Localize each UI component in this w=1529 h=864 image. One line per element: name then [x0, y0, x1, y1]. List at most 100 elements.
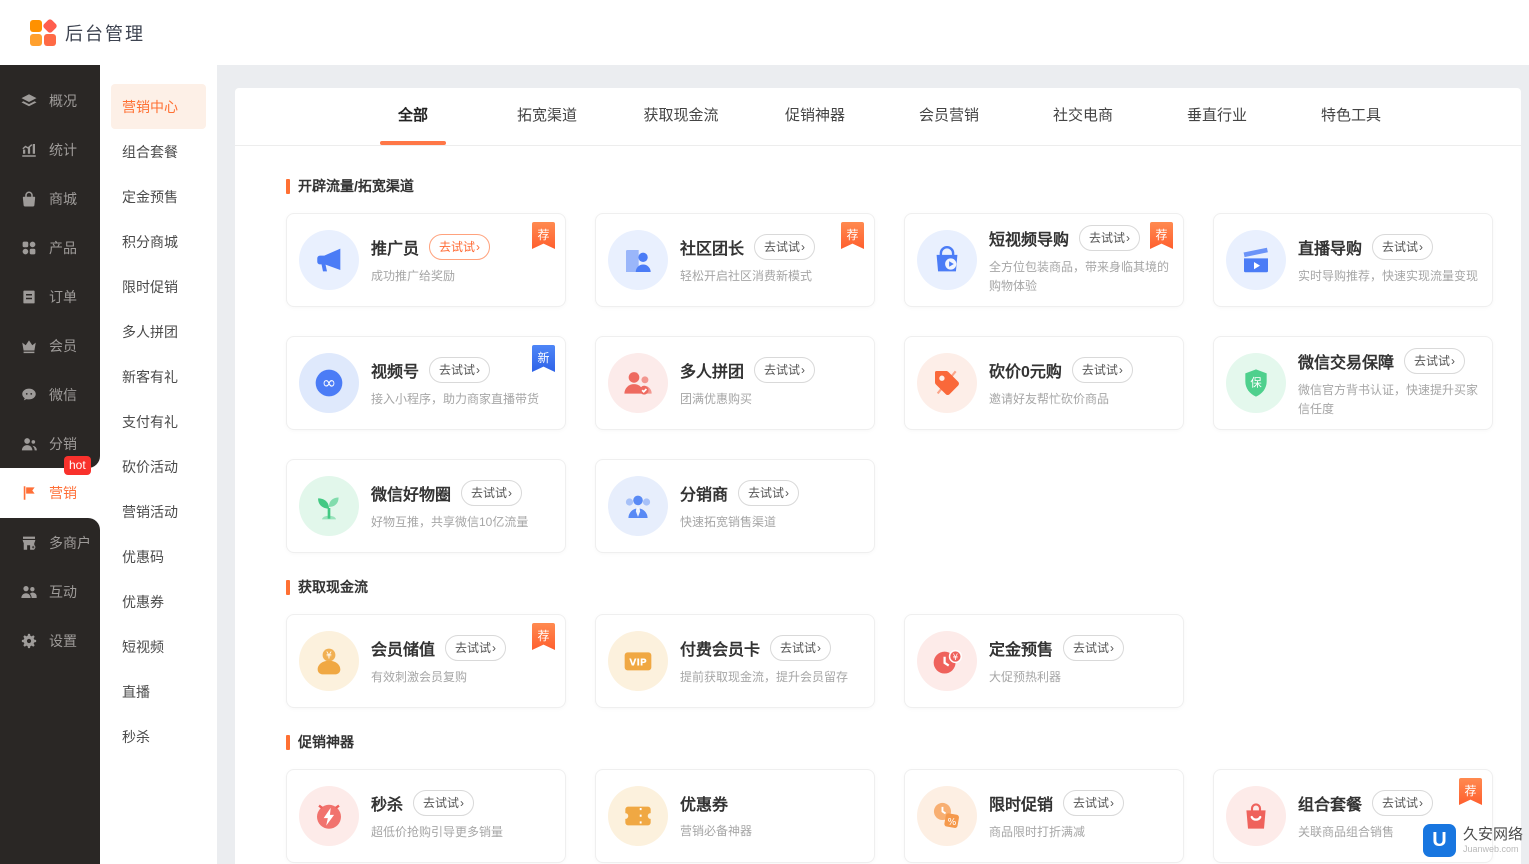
- try-button[interactable]: 去试试›: [413, 790, 475, 817]
- tab-promo-tools[interactable]: 促销神器: [748, 88, 882, 145]
- card-subtitle: 超低价抢购引导更多销量: [371, 825, 504, 840]
- card-goods-circle[interactable]: 微信好物圈 去试试› 好物互推，共享微信10亿流量: [286, 459, 566, 553]
- card-coupon[interactable]: 优惠券 营销必备神器: [595, 769, 875, 863]
- submenu-item-new-customer-gift[interactable]: 新客有礼: [111, 354, 206, 399]
- card-seckill[interactable]: 秒杀 去试试› 超低价抢购引导更多销量: [286, 769, 566, 863]
- chevron-right-icon: ›: [1451, 353, 1456, 368]
- svg-text:∞: ∞: [322, 374, 336, 394]
- submenu-item-promo-code[interactable]: 优惠码: [111, 534, 206, 579]
- card-channels[interactable]: 新 ∞ 视频号 去试试› 接入小程序，助力商家直播带货: [286, 336, 566, 430]
- card-community-leader[interactable]: 荐 社区团长 去试试› 轻松开启社区消费新模式: [595, 213, 875, 307]
- storefront-icon: [20, 534, 38, 552]
- tab-featured-tools[interactable]: 特色工具: [1284, 88, 1418, 145]
- card-distributor[interactable]: 分销商 去试试› 快速拓宽销售渠道: [595, 459, 875, 553]
- shopping-bag-smile-icon: [1226, 786, 1286, 846]
- try-button[interactable]: 去试试›: [1372, 790, 1434, 817]
- sidebar-item-overview[interactable]: 概况: [0, 76, 100, 125]
- card-wechat-guarantee[interactable]: 保 微信交易保障 去试试› 微信官方背书认证，快速提升买家信任度: [1213, 336, 1493, 430]
- try-button[interactable]: 去试试›: [738, 480, 800, 507]
- submenu-item-combo[interactable]: 组合套餐: [111, 129, 206, 174]
- chevron-right-icon: ›: [476, 240, 481, 255]
- sidebar-item-settings[interactable]: 设置: [0, 616, 100, 665]
- card-title: 微信交易保障: [1298, 354, 1395, 372]
- card-title: 社区团长: [680, 241, 745, 259]
- chevron-right-icon: ›: [1419, 796, 1424, 811]
- tab-all[interactable]: 全部: [346, 88, 480, 145]
- try-button[interactable]: 去试试›: [1372, 234, 1434, 261]
- card-title: 分销商: [680, 487, 729, 505]
- sidebar-item-wechat[interactable]: 微信: [0, 370, 100, 419]
- chevron-right-icon: ›: [460, 796, 465, 811]
- submenu-item-points-mall[interactable]: 积分商城: [111, 219, 206, 264]
- tab-social-commerce[interactable]: 社交电商: [1016, 88, 1150, 145]
- submenu-item-group-buy[interactable]: 多人拼团: [111, 309, 206, 354]
- card-shortvideo-guide[interactable]: 荐 短视频导购 去试试› 全方位包装商品，带来身临其境的购物体验: [904, 213, 1184, 307]
- card-flash-promo[interactable]: % 限时促销 去试试› 商品限时打折满减: [904, 769, 1184, 863]
- chevron-right-icon: ›: [817, 641, 822, 656]
- sidebar-item-multimerchant[interactable]: 多商户: [0, 518, 100, 567]
- bar-chart-icon: [20, 141, 38, 159]
- submenu-item-marketing-center[interactable]: 营销中心: [111, 84, 206, 129]
- sidebar-item-mall[interactable]: 商城: [0, 174, 100, 223]
- submenu-item-short-video[interactable]: 短视频: [111, 624, 206, 669]
- card-title: 定金预售: [989, 642, 1054, 660]
- try-button[interactable]: 去试试›: [429, 234, 491, 261]
- submenu-item-seckill[interactable]: 秒杀: [111, 714, 206, 759]
- card-member-stored-value[interactable]: 荐 ¥ 会员储值 去试试› 有效刺激会员复购: [286, 614, 566, 708]
- submenu-item-payment-gift[interactable]: 支付有礼: [111, 399, 206, 444]
- card-subtitle: 接入小程序，助力商家直播带货: [371, 392, 540, 407]
- crown-icon: [20, 337, 38, 355]
- card-paid-member-card[interactable]: VIP 付费会员卡 去试试› 提前获取现金流，提升会员留存: [595, 614, 875, 708]
- try-button[interactable]: 去试试›: [1071, 357, 1133, 384]
- try-button[interactable]: 去试试›: [1063, 790, 1125, 817]
- sidebar-item-member[interactable]: 会员: [0, 321, 100, 370]
- submenu-item-bargain[interactable]: 砍价活动: [111, 444, 206, 489]
- tab-expand-channels[interactable]: 拓宽渠道: [480, 88, 614, 145]
- svg-text:¥: ¥: [326, 651, 332, 662]
- card-title: 短视频导购: [989, 231, 1070, 249]
- submenu-item-flash-promo[interactable]: 限时促销: [111, 264, 206, 309]
- app-logo-icon: [30, 17, 58, 46]
- submenu-item-marketing-activity[interactable]: 营销活动: [111, 489, 206, 534]
- try-button[interactable]: 去试试›: [1063, 635, 1125, 662]
- card-group-buy[interactable]: 多人拼团 去试试› 团满优惠购买: [595, 336, 875, 430]
- try-button[interactable]: 去试试›: [1404, 347, 1466, 374]
- card-title: 优惠券: [680, 797, 729, 815]
- card-deposit-presale[interactable]: ¥ 定金预售 去试试› 大促预热利器: [904, 614, 1184, 708]
- card-subtitle: 大促预热利器: [989, 670, 1062, 685]
- card-subtitle: 全方位包装商品，带来身临其境的购物体验: [989, 259, 1170, 293]
- sidebar-item-interaction[interactable]: 互动: [0, 567, 100, 616]
- card-title: 组合套餐: [1298, 797, 1363, 815]
- tab-vertical-industry[interactable]: 垂直行业: [1150, 88, 1284, 145]
- try-button[interactable]: 去试试›: [445, 635, 507, 662]
- sidebar-item-statistics[interactable]: 统计: [0, 125, 100, 174]
- category-tabs: 全部 拓宽渠道 获取现金流 促销神器 会员营销 社交电商 垂直行业 特色工具: [235, 88, 1521, 146]
- sidebar-item-marketing-active[interactable]: hot 营销: [0, 456, 100, 518]
- card-bargain-zero[interactable]: 砍价0元购 去试试› 邀请好友帮忙砍价商品: [904, 336, 1184, 430]
- try-button[interactable]: 去试试›: [754, 234, 816, 261]
- try-button[interactable]: 去试试›: [461, 480, 523, 507]
- people-icon: [20, 583, 38, 601]
- svg-text:%: %: [947, 817, 956, 828]
- card-subtitle: 营销必备神器: [680, 824, 753, 839]
- sidebar-item-order[interactable]: 订单: [0, 272, 100, 321]
- try-button[interactable]: 去试试›: [1079, 224, 1141, 251]
- submenu-item-deposit-presale[interactable]: 定金预售: [111, 174, 206, 219]
- try-button[interactable]: 去试试›: [770, 635, 832, 662]
- card-title: 推广员: [371, 241, 420, 259]
- card-live-guide[interactable]: 直播导购 去试试› 实时导购推荐，快速实现流量变现: [1213, 213, 1493, 307]
- coupon-icon: [608, 786, 668, 846]
- tab-member-marketing[interactable]: 会员营销: [882, 88, 1016, 145]
- sidebar-item-product[interactable]: 产品: [0, 223, 100, 272]
- card-promoter[interactable]: 荐 推广员 去试试› 成功推广给奖励: [286, 213, 566, 307]
- group-users-icon: [608, 353, 668, 413]
- tab-cashflow[interactable]: 获取现金流: [614, 88, 748, 145]
- chevron-right-icon: ›: [1110, 641, 1115, 656]
- try-button[interactable]: 去试试›: [429, 357, 491, 384]
- submenu-item-coupon[interactable]: 优惠券: [111, 579, 206, 624]
- submenu-item-live[interactable]: 直播: [111, 669, 206, 714]
- card-title: 付费会员卡: [680, 642, 761, 660]
- section-title: 开辟流量/拓宽渠道: [298, 178, 414, 194]
- try-button[interactable]: 去试试›: [754, 357, 816, 384]
- main-area: 全部 拓宽渠道 获取现金流 促销神器 会员营销 社交电商 垂直行业 特色工具 开…: [217, 65, 1529, 864]
